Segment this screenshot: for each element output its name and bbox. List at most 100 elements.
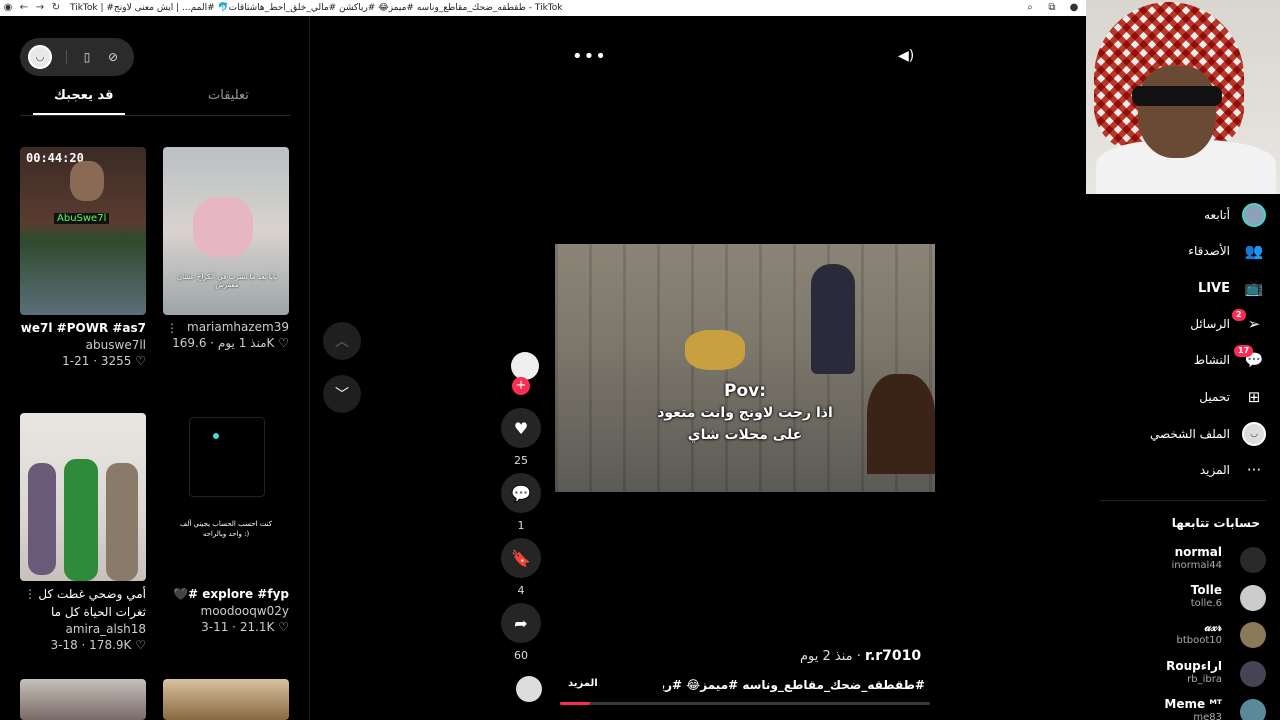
video-thumbnail[interactable] [163, 679, 289, 720]
nav-profile[interactable]: الملف الشخصي ◡ [1086, 419, 1266, 449]
volume-icon[interactable]: ◀) [898, 48, 914, 64]
zoom-icon[interactable]: ⌕ [1022, 0, 1038, 16]
user-avatar-icon[interactable]: ◡ [28, 45, 52, 69]
activity-badge: 17 [1234, 345, 1254, 357]
save-button[interactable]: 🔖 [501, 538, 541, 578]
compass-icon[interactable]: ⊘ [105, 50, 121, 64]
more-button[interactable]: المزيد [568, 678, 598, 689]
account-handle: rb_ibra [1187, 674, 1222, 685]
nav-friends[interactable]: الأصدقاء 👥 [1086, 236, 1266, 266]
account-avatar [1240, 585, 1266, 611]
followed-account[interactable]: Roupاراء rb_ibra [1086, 659, 1266, 691]
more-options-icon[interactable]: ⋮ [24, 321, 36, 335]
view-toggle[interactable]: ◡ ▯ ⊘ [20, 38, 134, 76]
account-name: Tolle [1190, 583, 1222, 597]
follow-button[interactable]: + [512, 377, 530, 395]
heart-icon: ♡ [135, 354, 146, 368]
followed-account[interactable]: normal inormal44 [1086, 545, 1266, 577]
profile-icon[interactable]: ● [1066, 0, 1082, 16]
nav-label: أتابعه [1204, 208, 1230, 222]
share-count: 60 [514, 649, 528, 662]
active-tab-indicator [33, 113, 125, 115]
messages-badge: 2 [1232, 309, 1246, 321]
nav-live[interactable]: LIVE 📺 [1086, 273, 1266, 303]
account-avatar [1240, 622, 1266, 648]
like-count: 3255 [100, 354, 132, 368]
nav-activity[interactable]: النشاط 💬 17 [1086, 345, 1266, 375]
app-dot [213, 433, 219, 439]
like-count: 178.9K [89, 638, 132, 652]
like-count: 25 [514, 454, 528, 467]
following-avatar-icon [1242, 203, 1266, 227]
forward-icon[interactable]: → [32, 0, 48, 16]
video-date: 3-18 [50, 638, 78, 652]
video-caption[interactable]: explore #fyp #🖤 [163, 585, 289, 603]
account-avatar [1240, 699, 1266, 720]
app-icon: ◉ [3, 2, 13, 13]
nav-more[interactable]: المزيد ··· [1086, 455, 1266, 485]
video-card[interactable]: 00:44:20 AbuSwe7l Kick : AbuSwe7l #POWR … [20, 147, 146, 369]
panel-tabs: تعليقات قد يعجبك [20, 86, 290, 116]
divider [1100, 500, 1266, 501]
video-caption[interactable]: Kick : AbuSwe7l #POWR #as7... [20, 319, 146, 337]
live-icon: 📺 [1244, 279, 1264, 297]
video-thumbnail[interactable]: 00:44:20 AbuSwe7l [20, 147, 146, 315]
video-card[interactable] [163, 679, 289, 720]
video-thumbnail[interactable]: كنت احسب الحساب يجيني ألف واحد وبالراحه … [163, 413, 289, 581]
tab-comments[interactable]: تعليقات [208, 88, 249, 103]
video-author[interactable]: abuswe7ll [20, 337, 146, 353]
video-progress-bar[interactable] [560, 702, 930, 705]
extensions-icon[interactable]: ⧉ [1044, 0, 1060, 16]
video-card[interactable]: بابا بعد ما بشرت في الكراج عشان مفقرش ma… [163, 147, 289, 351]
sound-avatar[interactable] [516, 676, 542, 702]
video-author[interactable]: moodooqw02y [163, 603, 289, 619]
person-figure [193, 197, 253, 257]
phone-icon[interactable]: ▯ [79, 50, 95, 64]
previous-video-button[interactable]: ︿ [323, 322, 361, 360]
reload-icon[interactable]: ↻ [48, 0, 64, 16]
bookmark-icon: 🔖 [511, 548, 531, 568]
account-name: Meme ᴹᵀ [1164, 697, 1222, 711]
video-caption[interactable]: أمي وضحي غطت كل ثغرات الحياة كل ما نقصت.… [20, 585, 146, 621]
chevron-up-icon: ︿ [335, 334, 349, 350]
video-card[interactable]: أمي وضحي غطت كل ثغرات الحياة كل ما نقصت.… [20, 413, 146, 653]
nav-following[interactable]: أتابعه [1086, 200, 1266, 230]
more-options-icon[interactable]: ⋮ [166, 321, 178, 335]
video-card[interactable]: كنت احسب الحساب يجيني ألف واحد وبالراحه … [163, 413, 289, 635]
video-thumbnail[interactable]: بابا بعد ما بشرت في الكراج عشان مفقرش [163, 147, 289, 315]
followed-account[interactable]: Meme ᴹᵀ me83 [1086, 697, 1266, 720]
person-figure [106, 463, 138, 581]
video-overlay-text: Pov: اذا رحت لاونج وانت متعود على محلات … [645, 380, 845, 446]
next-video-button[interactable]: ﹀ [323, 375, 361, 413]
video-author[interactable]: mariamhazem39 [163, 319, 289, 335]
video-author-name[interactable]: r.r7010 [865, 648, 921, 664]
share-icon: ➦ [514, 613, 528, 633]
video-thumbnail[interactable] [20, 413, 146, 581]
nav-messages[interactable]: الرسائل ➢ 2 [1086, 309, 1266, 339]
nav-upload[interactable]: تحميل ⊞ [1086, 382, 1266, 412]
video-posted-time: منذ 2 يوم [800, 649, 853, 664]
save-count: 4 [517, 584, 525, 597]
browser-title-bar: ◉ ← → ↻ TikTok | #طقطقه_ضحك_مقاطع_وناسه … [0, 0, 1086, 16]
followed-account[interactable]: 𝒶𝓍𝓇 btboot10 [1086, 620, 1266, 652]
like-count: 21.1K [239, 620, 275, 634]
video-feed: ••• ◀) ︿ ﹀ Pov: اذا رحت لاونج وانت متعود… [310, 16, 1086, 720]
like-button[interactable]: ♥ [501, 408, 541, 448]
video-thumbnail[interactable] [20, 679, 146, 720]
back-icon[interactable]: ← [16, 0, 32, 16]
video-player[interactable]: Pov: اذا رحت لاونج وانت متعود على محلات … [555, 244, 935, 492]
comment-button[interactable]: 💬 [501, 473, 541, 513]
more-options-icon[interactable]: ••• [572, 46, 607, 67]
thumbnail-caption: كنت احسب الحساب يجيني ألف واحد وبالراحه … [179, 520, 273, 538]
nav-label: الأصدقاء [1188, 244, 1230, 258]
video-author[interactable]: amira_alsh18 [20, 621, 146, 637]
share-button[interactable]: ➦ [501, 603, 541, 643]
followed-account[interactable]: Tolle tolle.6 [1086, 583, 1266, 615]
video-card[interactable] [20, 679, 146, 720]
account-avatar [1240, 661, 1266, 687]
creator-avatar[interactable] [511, 352, 539, 380]
more-options-icon[interactable]: ⋮ [24, 587, 36, 601]
following-accounts-title: حسابات تتابعها [1171, 516, 1260, 530]
tab-you-may-like[interactable]: قد يعجبك [54, 88, 114, 103]
nav-label: الملف الشخصي [1150, 427, 1230, 441]
